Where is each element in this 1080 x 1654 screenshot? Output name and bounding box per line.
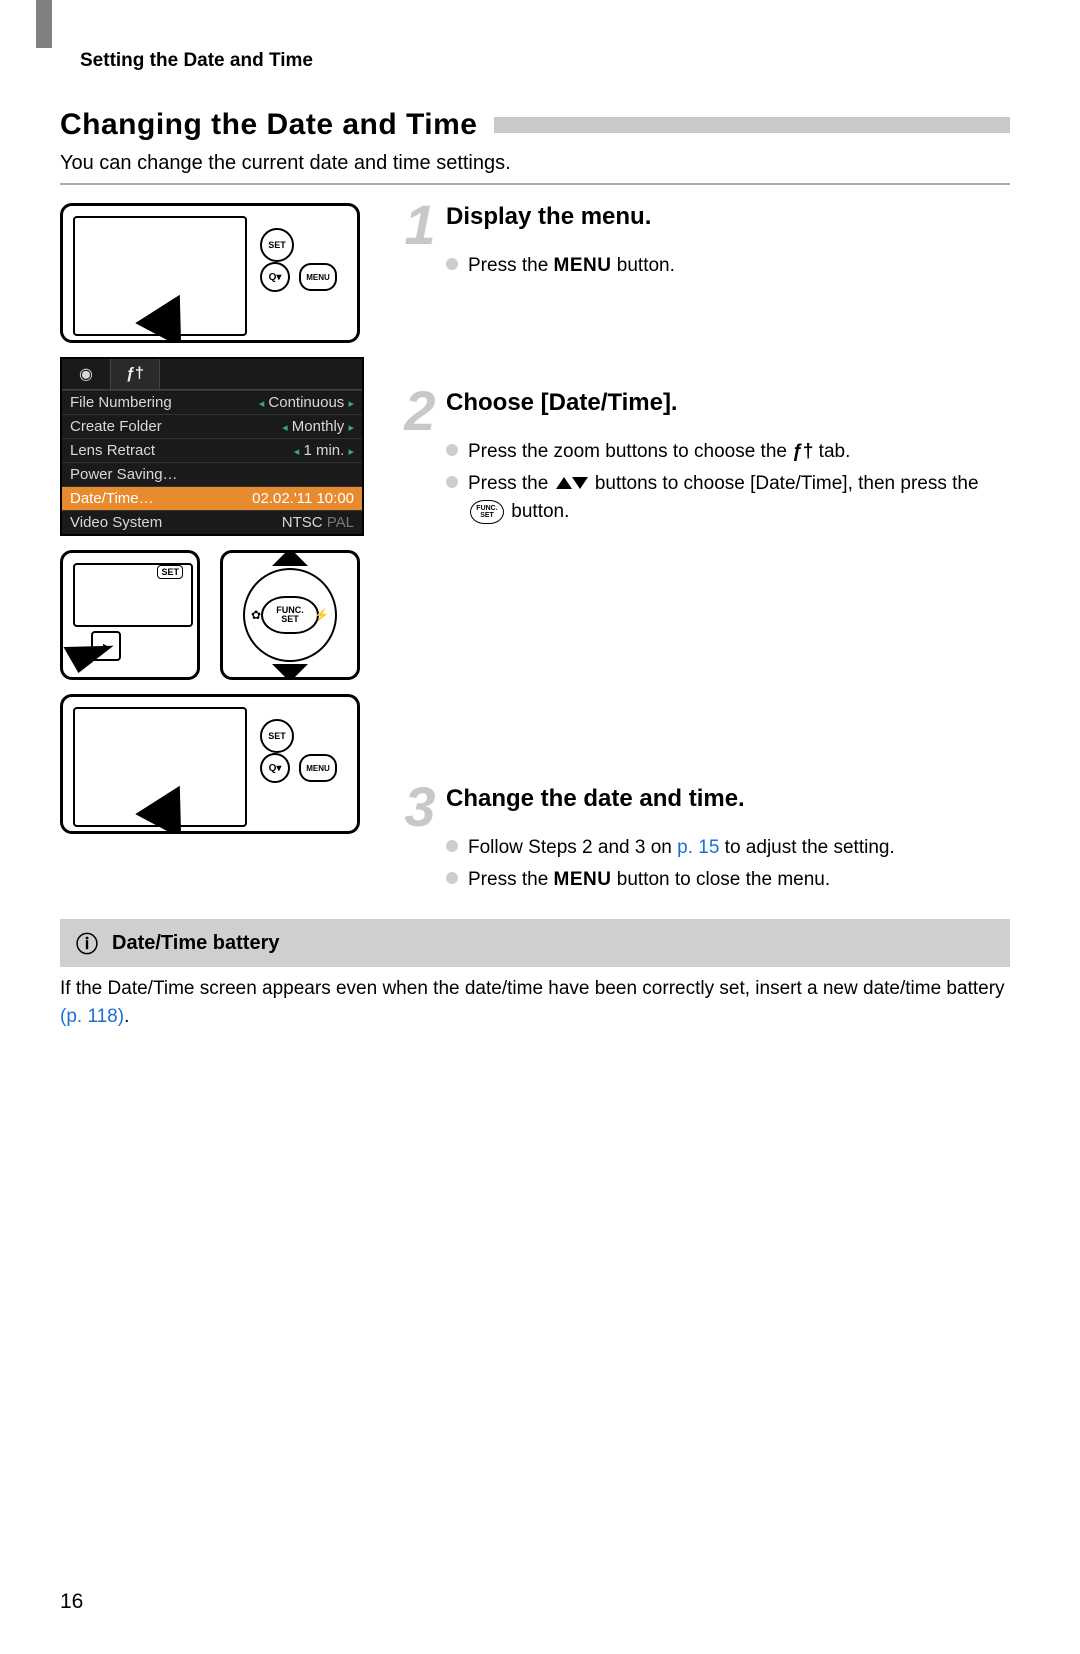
- menu-row-value: NTSC PAL: [282, 514, 354, 531]
- menu-row: Date/Time… 02.02.'11 10:00: [62, 486, 362, 510]
- dpad-right-icon: ⚡: [314, 608, 329, 622]
- menu-row-label: Create Folder: [70, 418, 162, 435]
- divider: [60, 183, 1010, 185]
- step-2-bullet-1: Press the zoom buttons to choose the ƒ† …: [468, 438, 850, 466]
- menu-tab-camera: ◉: [62, 359, 111, 389]
- tip-text: If the Date/Time screen appears even whe…: [60, 975, 1010, 1030]
- q-button-icon: Q▾: [260, 262, 290, 292]
- bullet-icon: [446, 444, 458, 456]
- menu-row: Video System NTSC PAL: [62, 510, 362, 534]
- step-2-bullet-2: Press the buttons to choose [Date/Time],…: [468, 470, 1010, 525]
- menu-button-icon: MENU: [299, 263, 337, 291]
- title-bar: [494, 117, 1011, 133]
- left-arrow-icon: ◂: [294, 446, 300, 458]
- section-tab: [36, 0, 52, 48]
- menu-row-value: ◂ Monthly ▸: [282, 418, 354, 435]
- right-arrow-icon: ▸: [348, 446, 354, 458]
- camera-icon: ◉: [79, 364, 93, 384]
- step-number-2: 2: [400, 389, 440, 434]
- menu-row: Power Saving…: [62, 462, 362, 486]
- illustration-camera-back-small: ▸ SET: [60, 550, 200, 680]
- bullet-icon: [446, 872, 458, 884]
- illustration-dpad: FUNC. SET ✿ ⚡: [220, 550, 360, 680]
- menu-row: Create Folder ◂ Monthly ▸: [62, 414, 362, 438]
- lightbulb-icon: ⓘ: [76, 927, 98, 959]
- step-title-1: Display the menu.: [446, 203, 651, 240]
- page-title: Changing the Date and Time: [60, 108, 478, 142]
- up-down-arrows-icon: [556, 470, 588, 498]
- bullet-icon: [446, 258, 458, 270]
- set-button-icon: SET: [260, 228, 294, 262]
- step-title-3: Change the date and time.: [446, 785, 745, 822]
- step-1-bullet-1: Press the MENU button.: [468, 252, 675, 280]
- set-label-icon: SET: [157, 565, 183, 579]
- bullet-icon: [446, 476, 458, 488]
- set-button-icon: SET: [260, 719, 294, 753]
- tip-title: Date/Time battery: [112, 932, 279, 955]
- func-set-button-icon: FUNC. SET: [261, 596, 319, 634]
- running-head: Setting the Date and Time: [80, 50, 1010, 72]
- menu-row-label: Date/Time…: [70, 490, 154, 507]
- right-arrow-icon: ▸: [348, 422, 354, 434]
- menu-row-label: File Numbering: [70, 394, 172, 411]
- bullet-icon: [446, 840, 458, 852]
- step-3-bullet-1: Follow Steps 2 and 3 on p. 15 to adjust …: [468, 834, 895, 862]
- dpad-down-arrow-icon: [272, 664, 308, 680]
- menu-button-label: MENU: [554, 869, 612, 890]
- page-link-15[interactable]: p. 15: [677, 837, 719, 858]
- page-link-118[interactable]: (p. 118): [60, 1006, 124, 1027]
- func-set-icon: FUNC.SET: [470, 500, 504, 524]
- menu-row-value: ◂ 1 min. ▸: [294, 442, 354, 459]
- tools-icon: ƒ†: [792, 438, 813, 466]
- menu-button-label: MENU: [554, 255, 612, 276]
- menu-row-label: Video System: [70, 514, 162, 531]
- page-number: 16: [60, 1590, 1010, 1614]
- step-number-3: 3: [400, 785, 440, 830]
- illustration-camera-menu-2: SET Q▾ MENU: [60, 694, 360, 834]
- menu-row: File Numbering ◂ Continuous ▸: [62, 390, 362, 414]
- left-arrow-icon: ◂: [282, 422, 288, 434]
- tools-tab-icon: ƒ†: [126, 365, 144, 383]
- dpad-up-arrow-icon: [272, 550, 308, 566]
- menu-button-icon: MENU: [299, 754, 337, 782]
- step-number-1: 1: [400, 203, 440, 248]
- tip-bar: ⓘ Date/Time battery: [60, 919, 1010, 967]
- menu-row-value: ◂ Continuous ▸: [259, 394, 354, 411]
- illustration-menu-screen: ◉ ƒ† File Numbering ◂ Continuous ▸ Create …: [60, 357, 364, 536]
- right-arrow-icon: ▸: [348, 398, 354, 410]
- menu-row: Lens Retract ◂ 1 min. ▸: [62, 438, 362, 462]
- intro-text: You can change the current date and time…: [60, 152, 1010, 175]
- menu-row-value: 02.02.'11 10:00: [252, 490, 354, 507]
- step-title-2: Choose [Date/Time].: [446, 389, 678, 426]
- dpad-left-icon: ✿: [251, 608, 261, 622]
- menu-tab-tools: ƒ†: [111, 359, 160, 389]
- left-arrow-icon: ◂: [259, 398, 265, 410]
- dpad-icon: FUNC. SET ✿ ⚡: [243, 568, 337, 662]
- menu-row-label: Power Saving…: [70, 466, 178, 483]
- step-3-bullet-2: Press the MENU button to close the menu.: [468, 866, 830, 894]
- illustration-camera-menu: SET Q▾ MENU: [60, 203, 360, 343]
- q-button-icon: Q▾: [260, 753, 290, 783]
- menu-row-label: Lens Retract: [70, 442, 155, 459]
